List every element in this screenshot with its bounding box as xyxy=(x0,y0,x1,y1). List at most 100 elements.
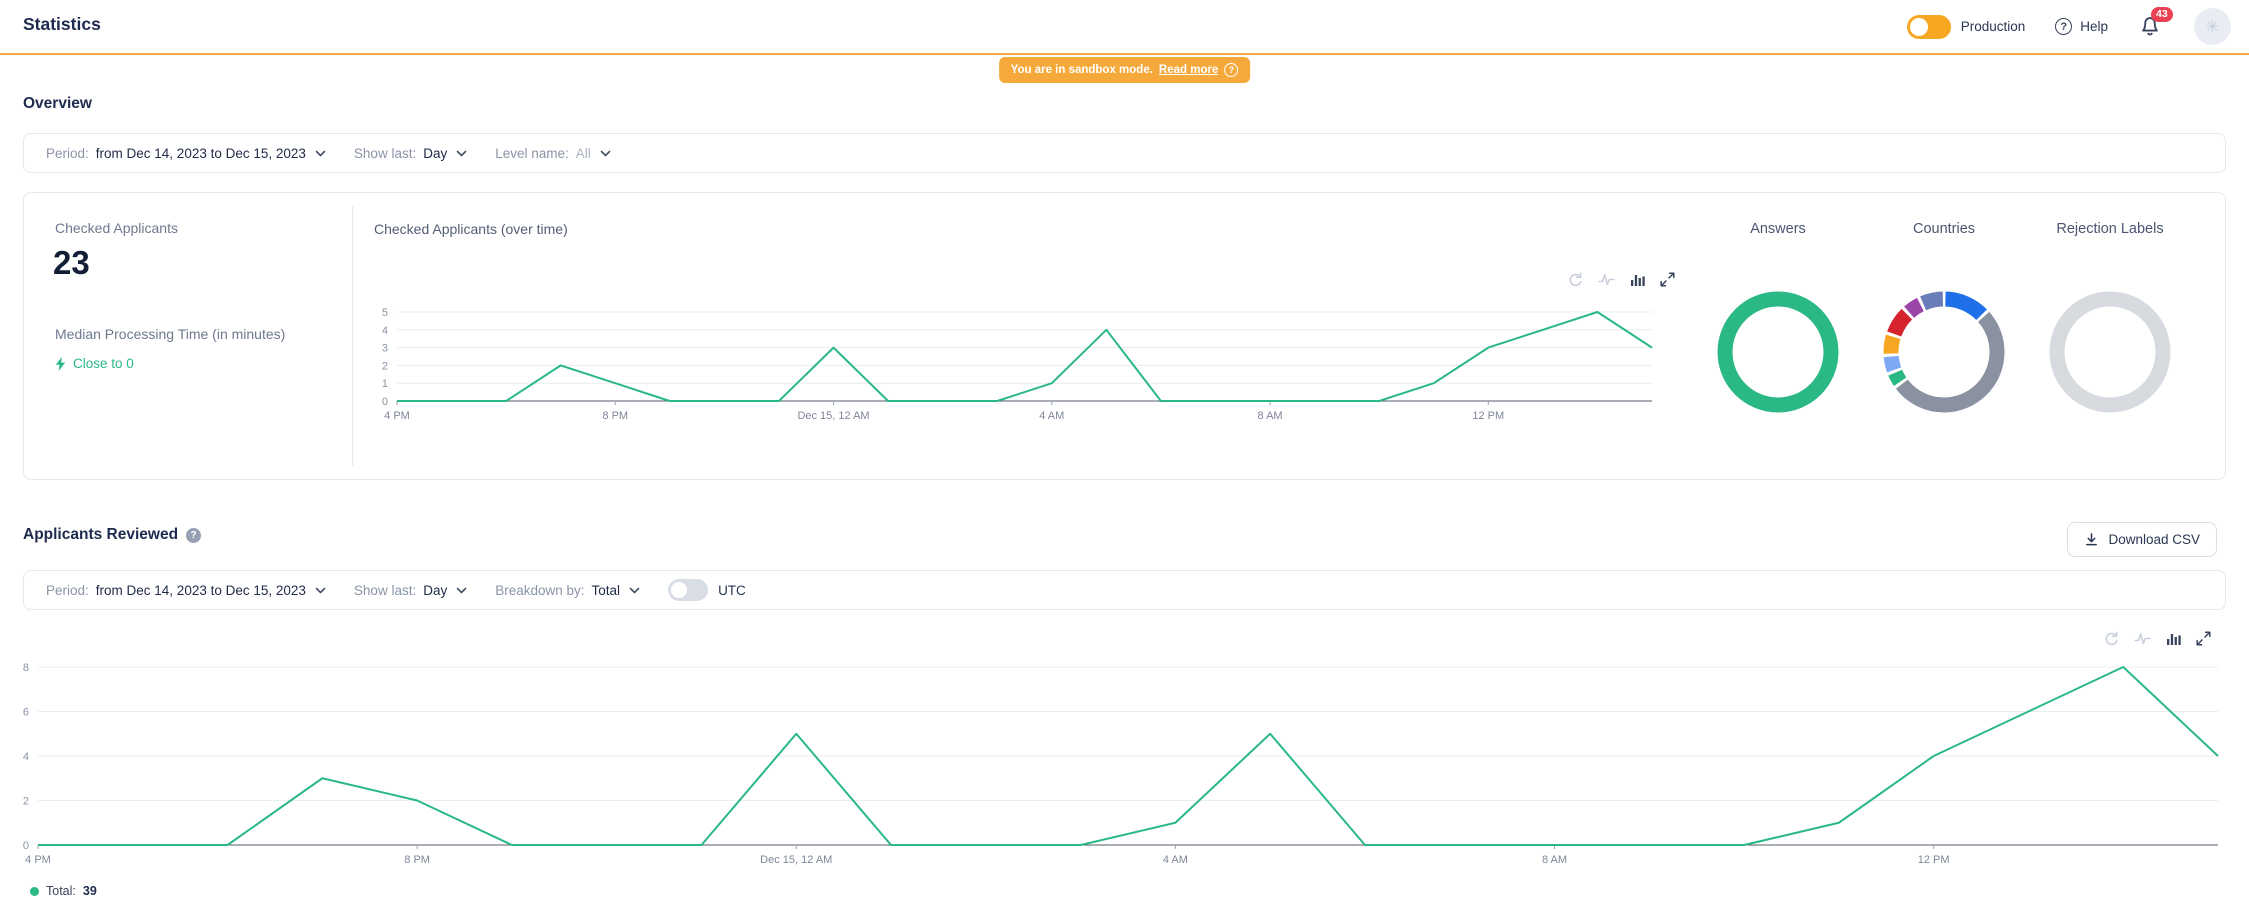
chart2-toolbar xyxy=(2103,631,2211,646)
svg-text:4: 4 xyxy=(23,751,29,763)
svg-text:3: 3 xyxy=(382,343,388,355)
sandbox-banner-text: You are in sandbox mode. xyxy=(1011,64,1153,76)
period-value: from Dec 14, 2023 to Dec 15, 2023 xyxy=(96,146,306,161)
overview-heading: Overview xyxy=(23,95,92,113)
chevron-down-icon xyxy=(456,587,467,594)
svg-text:4 AM: 4 AM xyxy=(1039,410,1064,422)
line-chart-icon[interactable] xyxy=(2134,631,2151,646)
rejection-labels-donut-chart xyxy=(2046,288,2174,416)
applicants-reviewed-heading: Applicants Reviewed ? xyxy=(23,526,201,544)
avatar[interactable]: ✳ xyxy=(2194,8,2231,45)
svg-text:4 AM: 4 AM xyxy=(1163,854,1188,866)
checked-over-time-chart: 0 1 2 3 4 5 4 PM 8 PM Dec 15, 12 AM 4 AM 8 AM 12 PM xyxy=(352,300,1660,430)
svg-text:4: 4 xyxy=(382,325,388,337)
show-last-label: Show last: xyxy=(354,146,416,161)
production-label: Production xyxy=(1961,19,2026,34)
show-last-filter[interactable]: Show last: Day xyxy=(354,146,467,161)
level-name-filter[interactable]: Level name: All xyxy=(495,146,611,161)
overview-heading-label: Overview xyxy=(23,95,92,113)
expand-icon[interactable] xyxy=(2196,631,2211,646)
svg-text:2: 2 xyxy=(23,796,29,808)
bar-chart-icon[interactable] xyxy=(1630,272,1645,287)
lightning-bolt-icon xyxy=(55,357,66,371)
svg-text:0: 0 xyxy=(23,840,29,852)
period-filter[interactable]: Period: from Dec 14, 2023 to Dec 15, 202… xyxy=(46,583,326,598)
chart1-toolbar xyxy=(1567,272,1675,287)
svg-text:4 PM: 4 PM xyxy=(25,854,51,866)
period-label: Period: xyxy=(46,583,89,598)
answers-title: Answers xyxy=(1698,221,1858,237)
svg-text:1: 1 xyxy=(382,378,388,390)
rejection-labels-title: Rejection Labels xyxy=(2030,221,2190,237)
svg-text:8 PM: 8 PM xyxy=(602,410,628,422)
svg-text:Dec 15, 12 AM: Dec 15, 12 AM xyxy=(797,410,869,422)
section-help-icon[interactable]: ? xyxy=(186,528,201,543)
median-processing-label: Median Processing Time (in minutes) xyxy=(55,326,285,342)
utc-label: UTC xyxy=(718,583,746,598)
svg-text:6: 6 xyxy=(23,707,29,719)
svg-text:8 AM: 8 AM xyxy=(1542,854,1567,866)
expand-icon[interactable] xyxy=(1660,272,1675,287)
help-question-icon: ? xyxy=(2055,18,2072,35)
svg-text:8 PM: 8 PM xyxy=(404,854,430,866)
download-csv-button[interactable]: Download CSV xyxy=(2067,522,2217,557)
header-controls: Production ? Help 43 ✳ xyxy=(1907,0,2231,53)
breakdown-by-filter[interactable]: Breakdown by: Total xyxy=(495,583,640,598)
reviewed-filter-bar: Period: from Dec 14, 2023 to Dec 15, 202… xyxy=(23,570,2226,610)
breakdown-by-value: Total xyxy=(592,583,621,598)
svg-text:12 PM: 12 PM xyxy=(1472,410,1504,422)
statistics-page: Statistics Production ? Help 43 ✳ You ar… xyxy=(0,0,2249,913)
level-name-label: Level name: xyxy=(495,146,569,161)
svg-text:0: 0 xyxy=(382,396,388,408)
period-filter[interactable]: Period: from Dec 14, 2023 to Dec 15, 202… xyxy=(46,146,326,161)
help-label: Help xyxy=(2080,19,2108,34)
undo-icon[interactable] xyxy=(2103,631,2119,646)
svg-text:8 AM: 8 AM xyxy=(1258,410,1283,422)
show-last-label: Show last: xyxy=(354,583,416,598)
svg-text:2: 2 xyxy=(382,360,388,372)
read-more-link[interactable]: Read more xyxy=(1159,64,1218,76)
median-processing-value-row: Close to 0 xyxy=(55,356,134,371)
production-toggle-group: Production xyxy=(1907,15,2026,39)
chevron-down-icon xyxy=(315,587,326,594)
checked-applicants-label: Checked Applicants xyxy=(55,220,178,236)
banner-question-icon[interactable]: ? xyxy=(1224,63,1238,77)
line-chart-icon[interactable] xyxy=(1598,272,1615,287)
show-last-filter[interactable]: Show last: Day xyxy=(354,583,467,598)
undo-icon[interactable] xyxy=(1567,272,1583,287)
notifications-button[interactable]: 43 xyxy=(2138,14,2164,40)
svg-text:Dec 15, 12 AM: Dec 15, 12 AM xyxy=(760,854,832,866)
download-csv-label: Download CSV xyxy=(2108,532,2200,547)
chevron-down-icon xyxy=(629,587,640,594)
checked-applicants-value: 23 xyxy=(53,244,90,282)
countries-title: Countries xyxy=(1864,221,2024,237)
toggle-knob xyxy=(671,582,687,598)
median-processing-value: Close to 0 xyxy=(73,356,134,371)
svg-text:5: 5 xyxy=(382,307,388,319)
chevron-down-icon xyxy=(315,150,326,157)
checked-over-time-title: Checked Applicants (over time) xyxy=(374,221,568,237)
notification-badge: 43 xyxy=(2151,7,2173,23)
total-value: 39 xyxy=(83,884,97,898)
applicants-reviewed-heading-label: Applicants Reviewed xyxy=(23,526,178,544)
period-value: from Dec 14, 2023 to Dec 15, 2023 xyxy=(96,583,306,598)
utc-toggle[interactable] xyxy=(668,579,708,601)
toggle-knob xyxy=(1910,18,1928,36)
bar-chart-icon[interactable] xyxy=(2166,631,2181,646)
help-button[interactable]: ? Help xyxy=(2055,18,2108,35)
total-row: Total: 39 xyxy=(30,884,97,898)
production-toggle[interactable] xyxy=(1907,15,1951,39)
chevron-down-icon xyxy=(456,150,467,157)
applicants-reviewed-chart: 024684 PM8 PMDec 15, 12 AM4 AM8 AM12 PM xyxy=(18,655,2230,875)
sandbox-banner: You are in sandbox mode. Read more ? xyxy=(999,57,1251,83)
chevron-down-icon xyxy=(600,150,611,157)
download-icon xyxy=(2084,532,2099,547)
level-name-value: All xyxy=(576,146,591,161)
svg-text:8: 8 xyxy=(23,662,29,674)
answers-donut-chart xyxy=(1714,288,1842,416)
overview-filter-bar: Period: from Dec 14, 2023 to Dec 15, 202… xyxy=(23,133,2226,173)
svg-text:4 PM: 4 PM xyxy=(384,410,410,422)
series-dot-icon xyxy=(30,887,39,896)
utc-toggle-group: UTC xyxy=(668,579,746,601)
period-label: Period: xyxy=(46,146,89,161)
